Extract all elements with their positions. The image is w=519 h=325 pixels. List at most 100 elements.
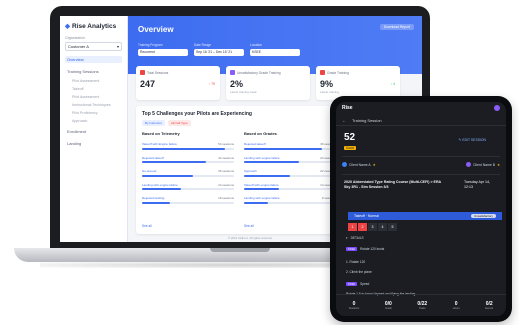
tablet-screen: Rise ← Training Session 52 Good ✎ EDIT S… [336,102,506,316]
sidebar-item[interactable]: Enrollment [65,128,122,135]
stat-label: Hours [452,307,460,310]
session-stat: 0/2 Events [485,301,493,310]
challenge-label: Rejected takeoff [244,142,266,146]
detail-row: 1. Rotate 120 [346,260,365,264]
progress-bar [142,174,234,177]
grade-button[interactable]: 1 [348,223,357,231]
task-tag: TASK [346,282,358,286]
progress-bar-fill [142,147,225,150]
avatar[interactable] [494,105,500,111]
sidebar-item[interactable]: Approach [65,119,122,123]
session-stat: 0/0 Goals [385,301,392,310]
page-title: Overview [138,25,174,34]
sidebar-item[interactable]: Overview [65,56,122,63]
participant-b[interactable]: Client Name B ★ [466,162,500,167]
challenge-row[interactable]: Landing with engine failure 9 sessions [244,196,336,204]
filter-label: Location [250,43,263,47]
challenge-label: Rejected takeoff [142,155,164,160]
grade-icon [230,70,235,75]
details-header[interactable]: ▾ DETAILS [346,236,364,240]
tablet-topbar: Rise [336,102,506,114]
progress-bar [244,147,336,150]
progress-bar-fill [142,201,170,204]
stat-label: Tasks [418,307,426,310]
stat-sub: Latest training week [230,90,257,94]
session-score: 52 [344,132,356,143]
stat-delta: ↑ 4 [390,82,395,86]
progress-bar-fill [244,147,323,150]
sidebar-item[interactable]: Pilot Assessment [65,79,122,83]
stat-card-total-sessions[interactable]: Total Sessions 247 ↑ 79 [136,66,220,100]
stat-card-unsatisfactory[interactable]: Unsatisfactory Grade Training 2% Latest … [226,66,310,100]
status-badge: Unsatisfactory [470,214,496,218]
participant-a[interactable]: Client Name A ★ [342,162,376,167]
progress-bar-fill [142,174,193,177]
chip-by-instructor[interactable]: By Instructor [142,120,165,126]
challenge-row[interactable]: Landing with engine failure 24 sessions [142,183,234,190]
session-stat: 0/22 Tasks [417,301,427,310]
filter-label: Date Range [194,43,212,47]
see-all-telemetry-link[interactable]: See all [142,224,152,228]
grade-button[interactable]: 5 [388,223,397,231]
selected-maneuver-row[interactable]: Takeoff · Normal Unsatisfactory [348,212,502,220]
grade-icon [320,70,325,75]
download-report-button[interactable]: Download Report [379,24,414,30]
stat-label: Grade Training [327,70,349,75]
sidebar-item[interactable]: Instructional Techniques [65,103,122,107]
sidebar-nav: Overview Training Sessions Pilot Assessmen… [65,56,122,147]
training-program-select[interactable]: Recurrent [138,49,188,56]
sidebar-item[interactable]: Landing [65,140,122,147]
star-icon: ★ [372,162,376,167]
tablet-brand[interactable]: Rise [342,105,353,111]
stat-delta: ↑ 79 [208,82,215,86]
challenge-row[interactable]: Rejected landing 18 sessions [142,196,234,204]
sidebar-item[interactable]: Training Sessions [65,68,122,75]
challenge-label: Go-around [142,169,157,173]
challenge-count: 44 sessions [218,155,234,160]
sessions-icon [140,70,145,75]
challenge-row[interactable]: Takeoff with Engine failure 54 sessions [142,142,234,150]
detail-text: Speed [360,282,370,286]
filter-label: Training Program [138,43,163,47]
detail-row: TASK Rotate 120 knots [346,247,384,251]
stat-label: Total Sessions [147,70,169,75]
grade-button[interactable]: 2 [358,223,367,231]
challenge-row[interactable]: Landing with engine failure 24 sessions [244,156,336,163]
session-stat: 0 Hours [453,301,460,310]
chip-aircraft-type[interactable]: Aircraft Type [167,120,191,126]
challenge-row[interactable]: Takeoff with engine failure 14 sessions [244,183,336,190]
see-all-grades-link[interactable]: See all [244,224,254,228]
sidebar-item[interactable]: Pilot Assessment [65,95,122,99]
back-arrow-icon[interactable]: ← [342,118,346,123]
detail-row: 2. Climb the plane [346,270,372,274]
brand-logo[interactable]: ◆ Rise Analytics [65,22,122,31]
date-range-select[interactable]: Sep 16 '21 – Dec 15 '21 [194,49,244,56]
challenge-count: 18 sessions [218,196,234,200]
sidebar-item[interactable]: Takeoff [65,87,122,91]
column-heading: Based on Telemetry [142,131,180,136]
grade-button[interactable]: 4 [378,223,387,231]
grade-selector: 12345 [348,223,397,231]
org-value: Customer A [68,44,89,49]
org-select[interactable]: Customer A ▾ [65,42,122,51]
nav-title: Training Session [352,118,382,123]
sidebar-item[interactable]: Pilot Proficiency [65,111,122,115]
challenge-row[interactable]: Go-around 36 sessions [142,169,234,177]
participant-name: Client Name B [473,162,495,167]
challenge-row[interactable]: Approach 22 sessions [244,169,336,177]
challenge-row[interactable]: Rejected takeoff 44 sessions [142,155,234,163]
stat-card-grade-training[interactable]: Grade Training 9% ↑ 4 Latest training [316,66,400,100]
filter-date-range: Date Range Sep 16 '21 – Dec 15 '21 [194,43,244,56]
challenge-row[interactable]: Rejected takeoff 36 sessions [244,142,336,150]
divider [342,174,500,175]
column-heading: Based on Grades [244,131,277,136]
stat-label: Events [485,307,494,310]
progress-bar [244,201,336,204]
divider [342,156,500,157]
filter-location: Location KSEE [250,43,300,56]
footer-copyright: © 2021 CAE Inc. All rights reserved. [228,236,273,240]
location-select[interactable]: KSEE [250,49,300,56]
challenge-count: 54 sessions [218,142,234,146]
grade-button[interactable]: 3 [368,223,377,231]
edit-session-link[interactable]: ✎ EDIT SESSION [459,138,486,142]
